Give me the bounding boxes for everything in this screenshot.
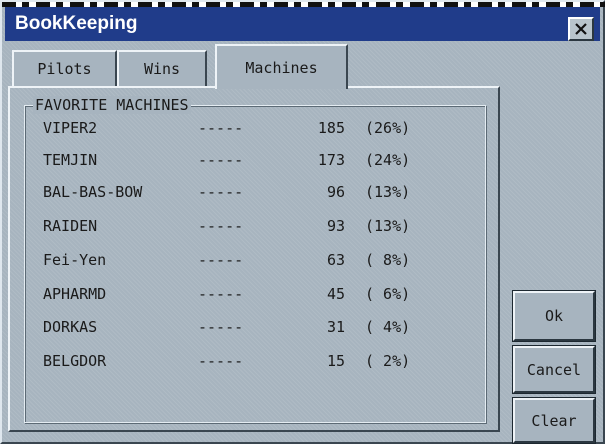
machine-row: TEMJIN ----- 173 (24%) [25,147,485,173]
machine-count: 96 [326,183,345,201]
machine-name: APHARMD [43,285,107,303]
machine-row: DORKAS ----- 31 ( 4%) [25,314,485,340]
row-separator: ----- [198,119,244,137]
machine-percent: ( 6%) [365,285,411,303]
machine-percent: (26%) [365,119,411,137]
machine-name: Fei-Yen [43,251,107,269]
machine-percent: (13%) [365,217,411,235]
tab-panel-machines: FAVORITE MACHINES VIPER2 ----- 185 (26%)… [8,86,500,432]
clear-button[interactable]: Clear [512,397,596,444]
close-button[interactable] [568,17,594,41]
bookkeeping-window: BookKeeping Pilots Wins Machines FAVORIT… [0,0,605,444]
title-bar: BookKeeping [5,7,600,41]
machine-percent: ( 2%) [365,352,411,370]
close-x-icon [575,23,587,35]
machine-count: 31 [326,318,345,336]
row-separator: ----- [198,217,244,235]
machine-count: 45 [326,285,345,303]
row-separator: ----- [198,285,244,303]
machine-percent: ( 4%) [365,318,411,336]
machine-name: TEMJIN [43,151,98,169]
machine-percent: ( 8%) [365,251,411,269]
row-separator: ----- [198,352,244,370]
group-title: FAVORITE MACHINES [33,96,191,114]
ok-button[interactable]: Ok [512,290,596,342]
machine-percent: (13%) [365,183,411,201]
machine-name: BELGDOR [43,352,107,370]
machine-row: APHARMD ----- 45 ( 6%) [25,281,485,307]
row-separator: ----- [198,183,244,201]
machine-row: BAL-BAS-BOW ----- 96 (13%) [25,179,485,205]
machine-row: Fei-Yen ----- 63 ( 8%) [25,247,485,273]
tab-machines[interactable]: Machines [215,44,348,89]
machine-name: DORKAS [43,318,98,336]
machine-percent: (24%) [365,151,411,169]
machine-count: 63 [326,251,345,269]
machine-name: BAL-BAS-BOW [43,183,143,201]
machine-name: RAIDEN [43,217,98,235]
machine-count: 185 [317,119,345,137]
row-separator: ----- [198,251,244,269]
window-title: BookKeeping [15,13,138,34]
tab-pilots[interactable]: Pilots [12,50,117,86]
machine-row: BELGDOR ----- 15 ( 2%) [25,348,485,374]
row-separator: ----- [198,151,244,169]
machine-name: VIPER2 [43,119,98,137]
favorite-machines-group: FAVORITE MACHINES VIPER2 ----- 185 (26%)… [24,96,486,423]
machine-count: 15 [326,352,345,370]
row-separator: ----- [198,318,244,336]
machine-count: 173 [317,151,345,169]
machine-count: 93 [326,217,345,235]
machine-row: VIPER2 ----- 185 (26%) [25,115,485,141]
machine-row: RAIDEN ----- 93 (13%) [25,213,485,239]
tab-wins[interactable]: Wins [117,50,207,86]
cancel-button[interactable]: Cancel [512,345,596,394]
